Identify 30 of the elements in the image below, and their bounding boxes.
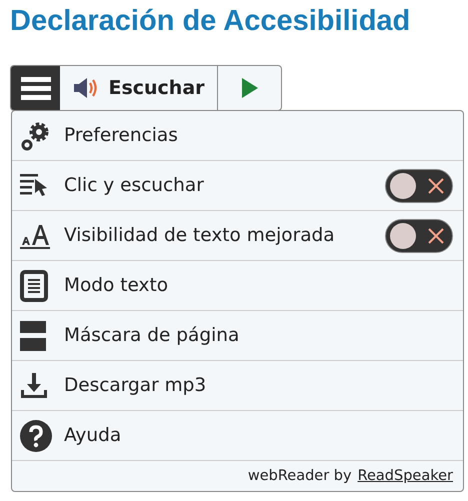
gears-icon xyxy=(20,120,50,150)
page-mask-icon xyxy=(20,320,46,350)
help-icon xyxy=(20,420,52,452)
menu-item-label: Modo texto xyxy=(64,275,170,296)
x-icon xyxy=(427,226,445,244)
menu-item-label: Preferencias xyxy=(64,125,179,146)
page-title: Declaración de Accesibilidad xyxy=(9,4,412,39)
download-icon xyxy=(20,372,48,398)
menu-item-label: Máscara de página xyxy=(64,325,240,346)
menu-icon xyxy=(20,76,50,100)
document-icon xyxy=(20,270,48,302)
menu-item[interactable]: Máscara de página xyxy=(12,311,463,361)
menu-item-label: Descargar mp3 xyxy=(64,375,208,396)
menu-item-label: Ayuda xyxy=(64,425,122,446)
readspeaker-link[interactable]: ReadSpeaker xyxy=(358,468,453,484)
menu-item[interactable]: Clic y escuchar xyxy=(12,161,463,211)
play-icon xyxy=(242,78,258,98)
menu-button[interactable] xyxy=(11,66,60,110)
toggle-switch[interactable] xyxy=(385,168,453,202)
menu-item[interactable]: Modo texto xyxy=(12,261,463,311)
menu-item[interactable]: Ayuda xyxy=(12,411,463,461)
text-size-icon xyxy=(20,222,50,248)
menu-item[interactable]: Preferencias xyxy=(12,111,463,161)
x-icon xyxy=(427,176,445,194)
menu-item-label: Clic y escuchar xyxy=(64,175,205,196)
toggle-switch[interactable] xyxy=(385,218,453,252)
menu-item[interactable]: Descargar mp3 xyxy=(12,361,463,411)
menu-item[interactable]: Visibilidad de texto mejorada xyxy=(12,211,463,261)
credit-text: webReader by xyxy=(248,468,352,484)
menu-item-label: Visibilidad de texto mejorada xyxy=(64,225,336,246)
